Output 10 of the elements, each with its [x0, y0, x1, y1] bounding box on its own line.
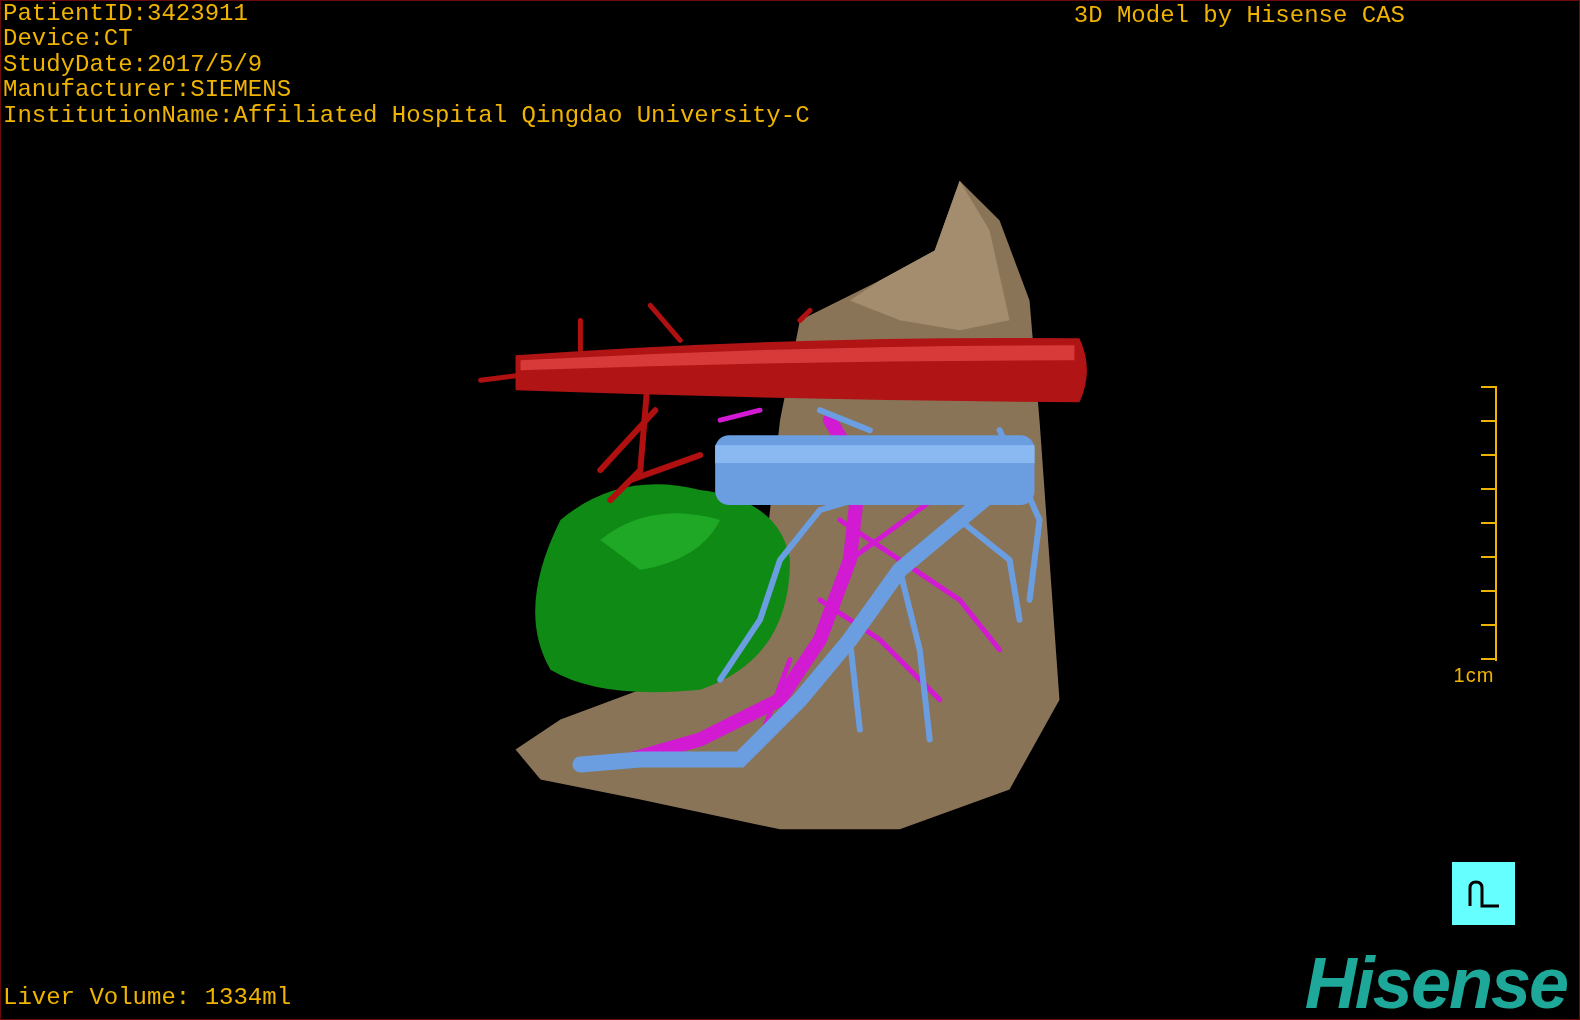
liver-volume-text: Liver Volume: 1334ml: [3, 983, 292, 1013]
patient-info-text: InstitutionName:Affiliated Hospital Qingdao University-C: [3, 102, 810, 129]
patient-info-text: Device:CT: [3, 26, 134, 52]
patient-info-text: PatientID:3423911: [3, 1, 249, 27]
scale-label: 1cm: [1453, 664, 1495, 687]
viewer-title: 3D Model by Hisense CAS: [1073, 3, 1405, 31]
patient-info-text: StudyDate:2017/5/9: [3, 51, 264, 78]
home-view-button[interactable]: [1452, 862, 1515, 925]
patient-info-text: Manufacturer:SIEMENS: [3, 77, 293, 103]
brand-logo: Hisense: [1304, 947, 1568, 1019]
